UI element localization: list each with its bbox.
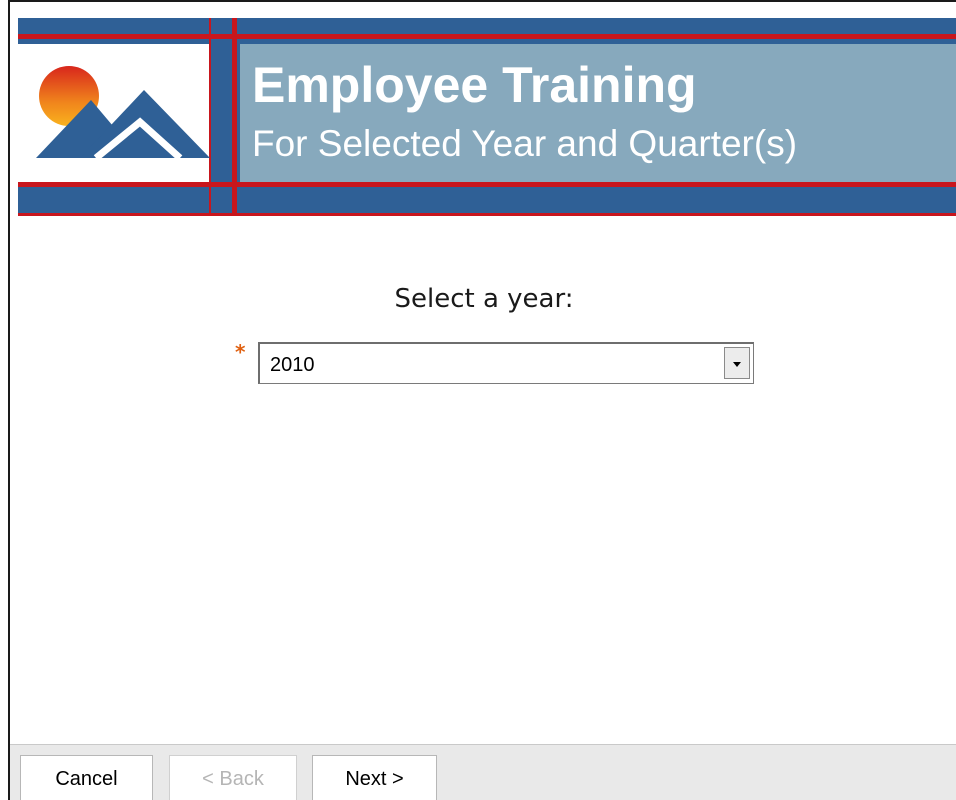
cancel-button[interactable]: Cancel: [20, 755, 153, 800]
banner-stripe-base: [18, 213, 956, 216]
year-prompt-label: Select a year:: [394, 284, 574, 314]
back-button[interactable]: < Back: [169, 755, 297, 800]
year-select-value: 2010: [270, 354, 315, 376]
banner-stripe-bottom: [18, 182, 956, 187]
required-marker: *: [235, 340, 246, 364]
page-subtitle: For Selected Year and Quarter(s): [252, 123, 798, 164]
page-title: Employee Training: [252, 57, 697, 113]
sun-mountain-logo-icon: [36, 66, 210, 161]
next-button[interactable]: Next >: [312, 755, 437, 800]
year-select[interactable]: 2010: [258, 342, 754, 384]
dropdown-arrow-icon[interactable]: [724, 347, 750, 379]
wizard-window: Employee Training For Selected Year and …: [8, 0, 956, 800]
wizard-footer: Cancel < Back Next >: [10, 744, 956, 800]
banner-stripe-top: [18, 34, 956, 39]
banner-vline-overlay: [232, 18, 237, 216]
